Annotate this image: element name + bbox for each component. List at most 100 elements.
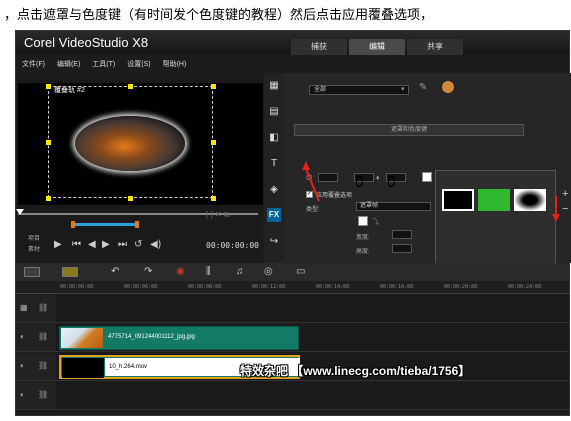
tab-share[interactable]: 共享 [407,39,463,55]
key-color-swatch[interactable] [358,216,368,226]
motion-tracking-icon[interactable]: ◎ [264,266,273,277]
ruler-tick: 00:00:14:00 [316,284,350,290]
overlay-track-1[interactable]: ◐ ⛓ 4775714_091244001112_jpg.jpg [16,324,569,352]
undo-icon[interactable]: ↶ [111,266,119,277]
play-icon[interactable]: ▶ [54,239,62,250]
annotation-arrow-plus [555,196,557,214]
brush-icon[interactable]: ✎ [419,82,427,93]
repeat-icon[interactable]: ↺ [134,239,142,250]
border-color-swatch[interactable] [422,172,432,182]
timeline-toolbar: ↶ ↷ ◉ ⫼ ♫ ◎ ▭ [16,263,569,281]
clip-image[interactable]: 4775714_091244001112_jpg.jpg [59,326,299,350]
record-icon[interactable]: ◉ [176,266,185,277]
height-field[interactable] [392,244,412,253]
path-icon[interactable]: ↪ [267,235,281,249]
home-icon[interactable]: ⏮ [72,239,81,250]
menu-help[interactable]: 帮助(H) [163,58,187,72]
auto-music-icon[interactable]: ♫ [236,266,244,277]
ruler-tick: 00:00:16:00 [380,284,414,290]
transparency-field[interactable]: 0 [386,173,406,191]
menu-tools[interactable]: 工具(T) [92,58,115,72]
width-field[interactable] [392,230,412,239]
category-dropdown[interactable]: 全部 [309,85,409,95]
type-select[interactable]: 遮罩帧 [356,202,431,211]
duration-field[interactable] [318,173,338,182]
track-link-icon[interactable]: ⛓ [38,332,48,341]
title-track[interactable]: ◐ ⛓ [16,382,569,410]
watermark: 特效杂吧 【www.linecg.com/tieba/1756】 [240,364,471,378]
trim-out-marker[interactable] [135,221,139,228]
mark-icons[interactable]: [ ] ✕ ⧉ [206,210,230,220]
resize-handle-top-right[interactable] [211,84,216,89]
eyedropper-icon[interactable]: ⤵ [372,217,379,227]
track-link-icon[interactable]: ⛓ [38,361,48,370]
apply-overlay-checkbox[interactable]: ✓ [306,191,313,198]
chevron-down-icon[interactable]: ▾ [401,85,405,93]
scrub-handle-icon[interactable] [16,209,24,215]
preset-thumb-silhouette[interactable] [442,189,474,211]
resize-handle-left[interactable] [46,140,51,145]
remove-mask-icon[interactable]: − [562,203,568,215]
next-frame-icon[interactable]: ▶ [102,239,110,250]
track-eye-icon[interactable]: ◐ [20,361,25,370]
preset-thumb-oval[interactable] [514,189,546,211]
media-icon[interactable]: ▦ [267,79,281,93]
redo-icon[interactable]: ↷ [144,266,152,277]
menu-bar: 文件(F) 编辑(E) 工具(T) 设置(S) 帮助(H) [16,58,569,72]
app-title: Corel VideoStudio X8 [24,35,149,50]
app-window: Corel VideoStudio X8 捕获 编辑 共享 文件(F) 编辑(E… [15,30,571,416]
track-eye-icon[interactable]: ◐ [20,332,25,341]
resize-handle-bottom[interactable] [128,196,133,201]
timeline-ruler[interactable]: 00:00:00:00 00:00:06:00 00:00:08:00 00:0… [16,282,569,294]
project-mode-label[interactable]: 项目 [28,233,40,242]
track-link-icon[interactable]: ⛓ [38,390,48,399]
storyboard-view-icon[interactable] [24,267,40,277]
apply-overlay-label[interactable]: 应用覆叠选项 [316,190,352,199]
track-video-icon[interactable]: ▦ [20,303,28,312]
ruler-tick: 00:00:08:00 [188,284,222,290]
menu-file[interactable]: 文件(F) [22,58,45,72]
track-eye-icon[interactable]: ◐ [20,390,25,399]
menu-settings[interactable]: 设置(S) [127,58,150,72]
trim-in-marker[interactable] [71,221,75,228]
mask-preset-panel [435,170,556,273]
instant-project-icon[interactable]: ▤ [267,105,281,119]
scrubber-bar[interactable]: [ ] ✕ ⧉ [16,208,263,228]
clip-mode-label[interactable]: 素材 [28,244,40,253]
tab-capture[interactable]: 捕获 [291,39,347,55]
clip-label: 4775714_091244001112_jpg.jpg [108,334,195,340]
preset-thumb-green[interactable] [478,189,510,211]
menu-edit[interactable]: 编辑(E) [57,58,80,72]
subtitle-editor-icon[interactable]: ▭ [296,266,305,277]
ruler-tick: 00:00:06:00 [124,284,158,290]
track-link-icon[interactable]: ⛓ [38,303,48,312]
graphic-icon[interactable]: ◈ [267,183,281,197]
resize-handle-top-left[interactable] [46,84,51,89]
mask-chroma-button[interactable]: 遮罩和色度键 [294,124,524,136]
preview-screen[interactable]: 覆叠轨 #2 [18,83,263,205]
video-track[interactable]: ▦ ⛓ [16,295,569,323]
tab-edit[interactable]: 编辑 [349,39,405,55]
volume-icon[interactable]: ◀) [150,239,161,250]
end-icon[interactable]: ⏭ [118,239,127,250]
timeline-view-icon[interactable] [62,267,78,277]
border-field[interactable]: 0 [354,173,374,191]
audio-mixer-icon[interactable]: ⫼ [206,266,211,277]
add-mask-icon[interactable]: + [562,188,568,200]
filter-fx-icon[interactable]: FX [267,208,281,222]
prev-frame-icon[interactable]: ◀ [88,239,96,250]
resize-handle-right[interactable] [211,140,216,145]
face-icon[interactable] [442,81,454,93]
resize-handle-bottom-right[interactable] [211,196,216,201]
ruler-tick: 00:00:12:00 [252,284,286,290]
timecode-display[interactable]: 00:00:00:00 [206,241,259,250]
title-icon[interactable]: T [267,157,281,171]
annotation-arrow-head-2 [552,214,560,222]
trim-range[interactable] [73,223,137,226]
transition-icon[interactable]: ◧ [267,131,281,145]
track-header: ◐ ⛓ [16,382,56,409]
ruler-tick: 00:00:24:00 [508,284,542,290]
resize-handle-top[interactable] [128,84,133,89]
resize-handle-bottom-left[interactable] [46,196,51,201]
apply-overlay-row[interactable]: ✓ 应用覆叠选项 [306,190,352,199]
